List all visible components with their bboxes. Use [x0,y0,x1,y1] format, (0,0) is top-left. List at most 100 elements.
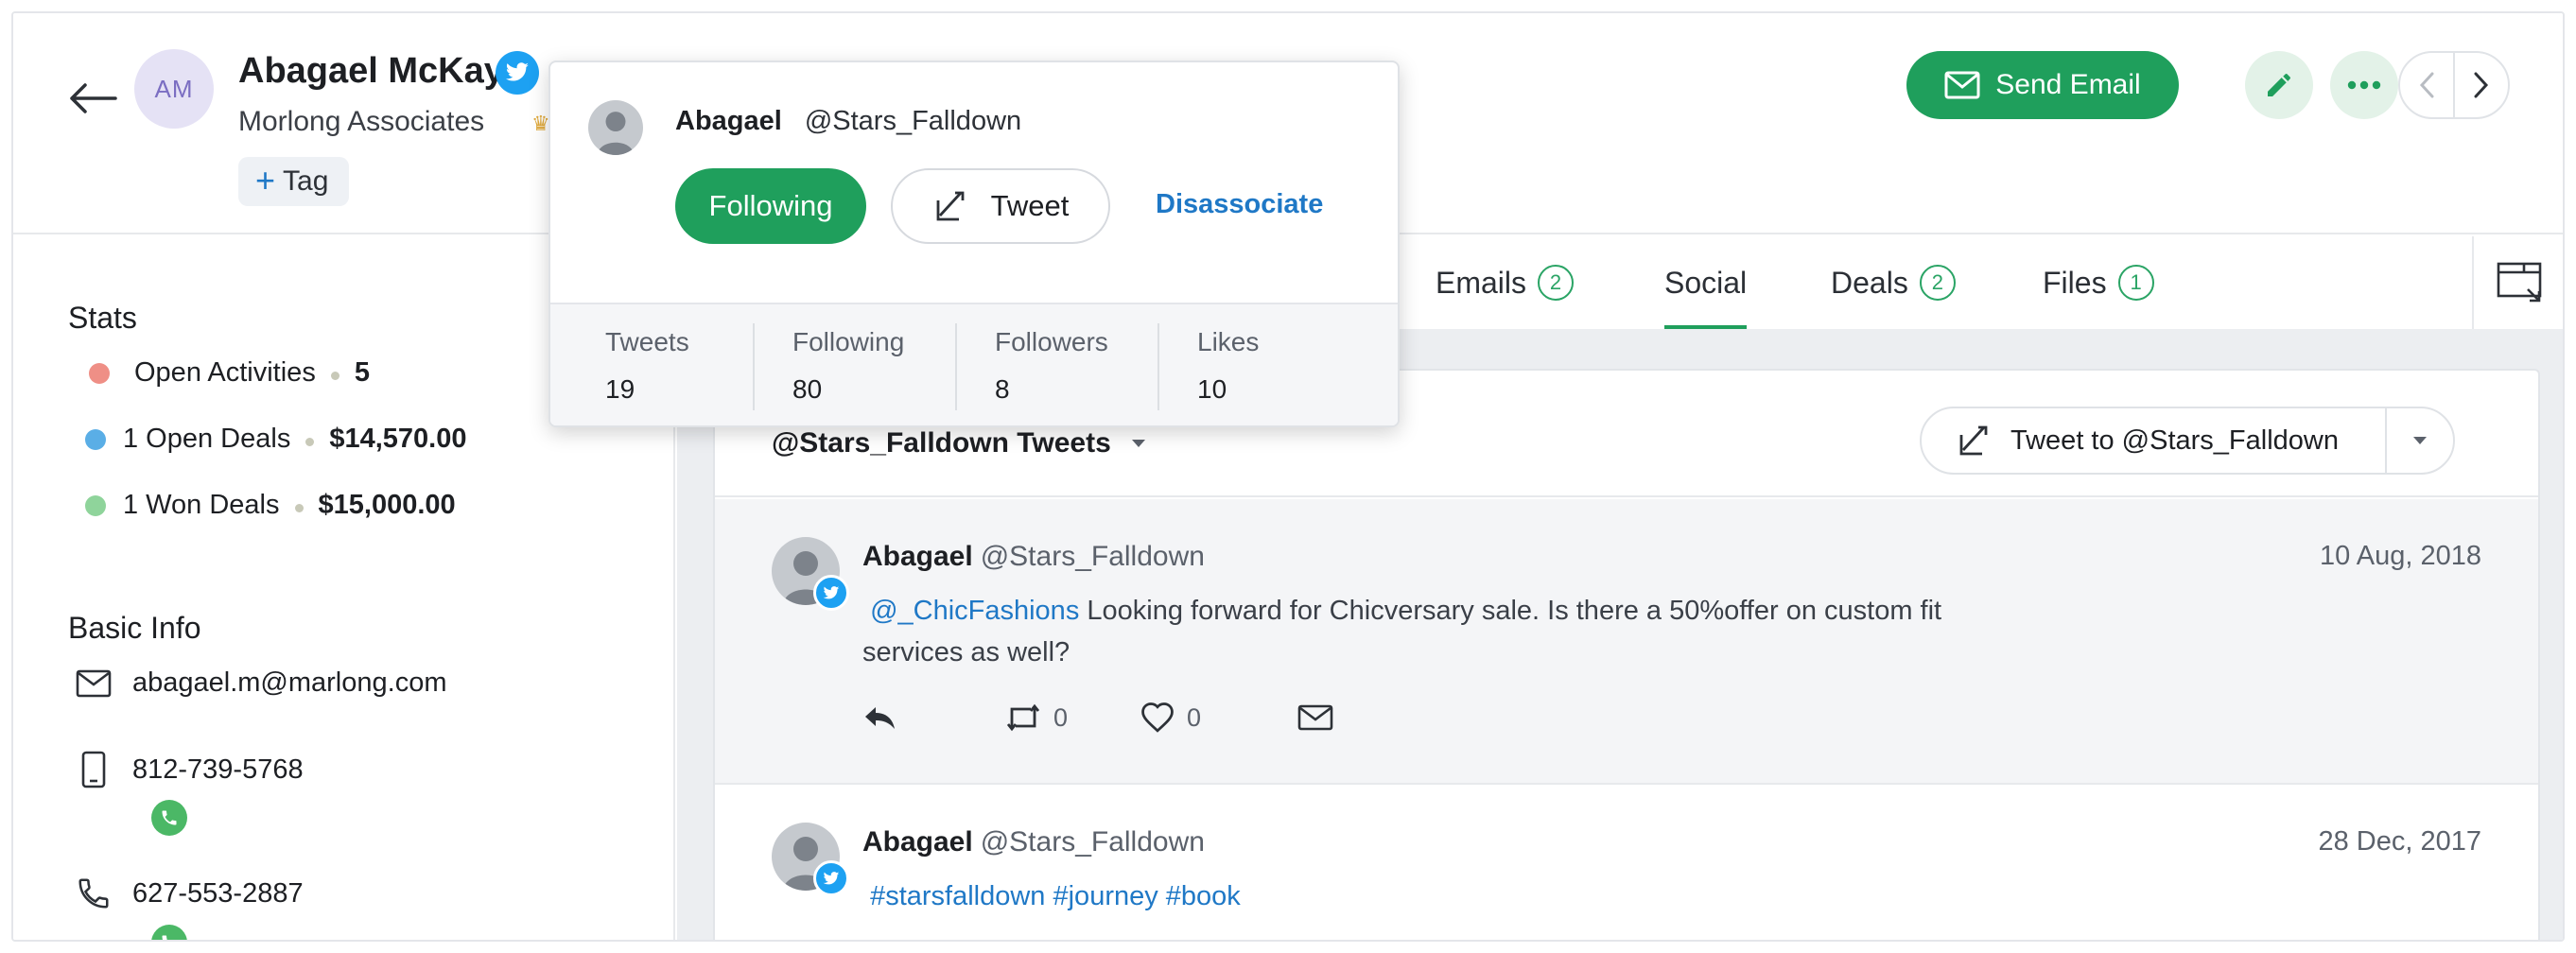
stat-open-activities[interactable]: Open Activities 5 [89,357,370,389]
phone-icon [78,878,109,909]
add-tag-button[interactable]: + Tag [238,157,350,206]
back-arrow-icon[interactable] [66,72,119,125]
stat-open-deals[interactable]: 1 Open Deals $14,570.00 [85,424,466,455]
tab-label: Social [1664,265,1748,300]
next-record-button[interactable] [2455,53,2508,117]
hashtag-links[interactable]: #starsfalldown #journey #book [870,881,1241,911]
mobile-value[interactable]: 627-553-2887 [132,878,304,910]
tab-label: Emails [1436,265,1527,300]
chevron-right-icon [2474,72,2489,98]
like-button[interactable]: 0 [1140,702,1201,734]
popover-name: Abagael [675,106,782,136]
customize-layout-button[interactable] [2472,236,2563,329]
email-row: abagael.m@marlong.com [76,667,446,699]
crown-icon: ♛ [531,112,550,135]
tweet-to-label: Tweet to @Stars_Falldown [2010,425,2339,456]
twitter-icon [813,860,849,896]
tab-files[interactable]: Files 1 [2043,236,2154,329]
twitter-icon[interactable] [496,51,539,95]
phone-value[interactable]: 812-739-5768 [132,754,304,786]
phone-icon [162,810,177,825]
retweet-button[interactable]: 0 [1004,702,1068,734]
basic-info-title: Basic Info [68,611,201,645]
previous-record-button[interactable] [2400,53,2453,117]
mail-icon [1944,71,1980,99]
following-button[interactable]: Following [675,168,866,244]
reply-button[interactable] [862,703,898,732]
count-badge: 1 [2117,265,2154,301]
stat-value: 10 [1197,374,1227,404]
stats-title: Stats [68,301,137,335]
stat-label: Open Activities [134,357,316,388]
stat-won-deals[interactable]: 1 Won Deals $15,000.00 [85,490,456,521]
plus-icon: + [255,161,276,199]
caret-down-icon [1131,440,1145,447]
reply-icon [865,707,895,729]
send-email-label: Send Email [1995,69,2141,100]
contact-name: Abagael McKay [238,51,504,91]
stat-value: 80 [792,374,823,404]
phone-row: 812-739-5768 [76,751,304,788]
status-dot [89,362,110,384]
twitter-profile-popover: Abagael @Stars_Falldown Following Tweet D… [548,61,1400,427]
disassociate-link[interactable]: Disassociate [1156,189,1323,220]
send-email-button[interactable]: Send Email [1906,51,2179,119]
retweet-icon [1006,703,1040,732]
stat-followers[interactable]: Followers 8 [955,323,1157,410]
status-dot [85,494,106,516]
author-handle[interactable]: @Stars_Falldown [981,826,1205,858]
tab-emails[interactable]: Emails 2 [1436,236,1575,329]
separator-dot [294,504,304,512]
more-options-button[interactable] [2330,51,2398,119]
count-badge: 2 [1919,265,1956,301]
email-tweet-button[interactable] [1297,703,1333,732]
popover-header: Abagael @Stars_Falldown Following Tweet D… [550,62,1398,303]
social-card: @Stars_Falldown Tweets Tweet to @Stars_F… [713,369,2540,940]
tweet-item: Abagael @Stars_Falldown 10 Aug, 2018 @_Ch… [715,499,2538,783]
tweet-options-dropdown[interactable] [2387,435,2453,446]
chevron-left-icon [2419,72,2434,98]
mail-icon [1297,704,1333,731]
mobile-row: 627-553-2887 [76,875,304,911]
popover-stats: Tweets 19 Following 80 Followers 8 Likes… [550,303,1398,425]
popover-handle[interactable]: @Stars_Falldown [805,106,1021,136]
contact-avatar: AM [134,49,214,129]
stat-likes[interactable]: Likes 10 [1157,323,1360,410]
edit-button[interactable] [2245,51,2313,119]
stat-label: Followers [995,327,1108,356]
tweet-actions: 0 0 [862,702,1333,734]
caret-down-icon [2413,437,2427,444]
stat-tweets[interactable]: Tweets 19 [550,304,753,425]
stat-value: 8 [995,374,1010,404]
tag-label: Tag [283,165,329,197]
mention-link[interactable]: @_ChicFashions [870,596,1079,626]
like-count: 0 [1187,702,1202,732]
twitter-icon [813,575,849,611]
stat-following[interactable]: Following 80 [753,323,955,410]
tweet-date: 28 Dec, 2017 [2318,826,2481,857]
record-pager [2398,51,2510,119]
author-name: Abagael [862,541,973,572]
tab-label: Deals [1831,265,1908,300]
tab-deals[interactable]: Deals 2 [1831,236,1956,329]
stat-value: 19 [605,374,635,404]
compose-tweet-icon [936,191,965,221]
feed-selector[interactable]: @Stars_Falldown Tweets [772,427,1147,459]
compose-tweet-icon [1959,425,1988,456]
email-value[interactable]: abagael.m@marlong.com [132,667,446,699]
tweet-text: @_ChicFashions Looking forward for Chicv… [862,590,2016,673]
tweet-to-button[interactable]: Tweet to @Stars_Falldown [1922,422,2385,459]
separator-dot [330,372,339,380]
app-window: AM Abagael McKay Morlong Associates ♛ + … [11,11,2565,942]
stat-label: 1 Open Deals [123,424,291,454]
tweet-button[interactable]: Tweet [891,168,1110,244]
call-button[interactable] [151,925,187,940]
stat-value: $14,570.00 [329,424,467,454]
call-button[interactable] [151,800,187,836]
phone-icon [162,935,167,940]
company-name[interactable]: Morlong Associates [238,106,484,138]
separator-dot [305,438,315,446]
author-handle[interactable]: @Stars_Falldown [981,541,1205,572]
status-dot [85,428,106,450]
tab-social[interactable]: Social [1664,236,1748,329]
